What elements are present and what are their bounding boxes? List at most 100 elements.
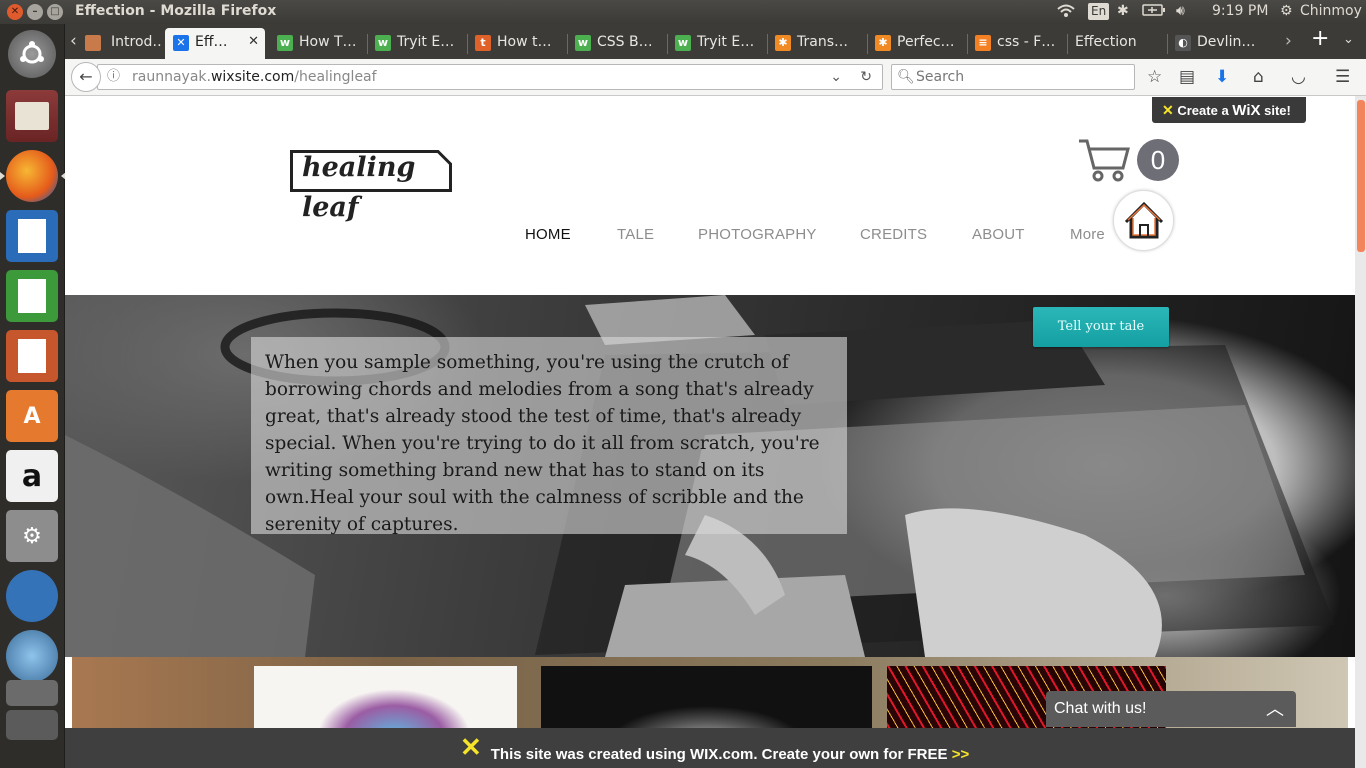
tab-list-icon[interactable]: ⌄ — [1343, 29, 1354, 51]
close-tab-icon[interactable]: ✕ — [248, 28, 259, 56]
launcher: A a ⚙ — [0, 24, 66, 768]
url-dropdown-icon[interactable]: ⌄ — [830, 65, 842, 89]
cart-count-badge[interactable]: 0 — [1137, 139, 1179, 181]
bluetooth-icon[interactable]: ✱ — [1117, 3, 1129, 19]
tab-devlin[interactable]: ◐ Devlin… — [1167, 28, 1265, 59]
fish-app-icon[interactable] — [6, 570, 58, 622]
tab-perfec[interactable]: ✱ Perfec… — [867, 28, 965, 59]
star-favicon-icon: ✱ — [775, 35, 791, 51]
web-page: ✕ Create a WiX site! healing leaf 0 HOME… — [65, 96, 1355, 768]
amazon-icon[interactable]: a — [6, 450, 58, 502]
window-title: Effection - Mozilla Firefox — [75, 3, 277, 19]
search-input[interactable]: 🔍︎ Search — [891, 64, 1135, 90]
url-subdomain: raunnayak. — [132, 69, 211, 85]
top-panel: ✕ – □ Effection - Mozilla Firefox En ✱ 🔊… — [0, 0, 1366, 24]
info-icon[interactable]: ⓘ — [107, 65, 120, 89]
w3schools-favicon-icon: w — [675, 35, 691, 51]
t-favicon-icon: t — [475, 35, 491, 51]
tab-scroll-left-icon[interactable]: ‹ — [70, 30, 77, 52]
dev-favicon-icon: ◐ — [1175, 35, 1191, 51]
logo-line1: healing — [302, 152, 416, 183]
chat-widget[interactable]: Chat with us! ︿ — [1046, 691, 1296, 727]
nav-photography[interactable]: PHOTOGRAPHY — [698, 226, 817, 243]
create-wix-site-badge[interactable]: ✕ Create a WiX site! — [1152, 97, 1306, 123]
nav-about[interactable]: ABOUT — [972, 226, 1025, 243]
impress-icon[interactable] — [6, 330, 58, 382]
nav-tale[interactable]: TALE — [617, 226, 654, 243]
doc-favicon-icon — [85, 35, 101, 51]
tell-your-tale-button[interactable]: Tell your tale — [1033, 307, 1169, 347]
w3schools-favicon-icon: w — [277, 35, 293, 51]
menu-hamburger-icon[interactable]: ☰ — [1335, 66, 1350, 88]
writer-icon[interactable] — [6, 210, 58, 262]
clock[interactable]: 9:19 PM — [1212, 3, 1268, 19]
firefox-icon[interactable] — [0, 150, 66, 202]
system-settings-icon[interactable]: ⚙ — [6, 510, 58, 562]
wix-logo-icon: ✕ — [460, 732, 482, 762]
new-tab-button[interactable]: + — [1311, 28, 1329, 50]
bookmark-star-icon[interactable]: ☆ — [1147, 66, 1162, 88]
volume-icon[interactable]: 🔊︎ — [1176, 3, 1185, 19]
tab-effection-active[interactable]: ✕ Eff… ✕ — [165, 28, 265, 59]
url-domain: wixsite.com — [210, 69, 295, 85]
wifi-icon[interactable] — [1057, 3, 1075, 23]
tab-effection[interactable]: Effection — [1067, 28, 1165, 59]
nav-credits[interactable]: CREDITS — [860, 226, 927, 243]
download-icon[interactable]: ⬇ — [1215, 66, 1229, 88]
nav-home[interactable]: HOME — [525, 226, 571, 243]
wix-footer-banner[interactable]: ✕ This site was created using WIX.com. C… — [65, 728, 1355, 768]
wix-favicon-icon: ✕ — [173, 35, 189, 51]
wix-banner-arrow: >> — [951, 746, 970, 763]
home-icon[interactable]: ⌂ — [1253, 66, 1264, 88]
hero-quote: When you sample something, you're using … — [251, 337, 847, 535]
settings-gear-icon[interactable]: ⚙ — [1280, 3, 1293, 19]
tab-how-t2[interactable]: t How t… — [467, 28, 565, 59]
files-icon[interactable] — [6, 90, 58, 142]
tab-tryit-1[interactable]: w Tryit E… — [367, 28, 465, 59]
user-name[interactable]: Chinmoy — [1300, 3, 1362, 19]
spiral-app-icon[interactable] — [6, 630, 58, 682]
star-favicon-icon: ✱ — [875, 35, 891, 51]
battery-icon[interactable] — [1142, 3, 1166, 21]
keyboard-layout-indicator[interactable]: En — [1088, 3, 1110, 20]
tab-how-t[interactable]: w How T… — [269, 28, 365, 59]
w3schools-favicon-icon: w — [375, 35, 391, 51]
url-bar[interactable]: ⓘ raunnayak.wixsite.com/healingleaf ⌄ ↻ — [97, 64, 883, 90]
page-scrollbar-thumb[interactable] — [1357, 100, 1365, 252]
house-icon — [1124, 201, 1164, 239]
wix-logo-icon: ✕ — [1162, 102, 1174, 118]
back-button[interactable]: ← — [71, 62, 101, 92]
stackoverflow-favicon-icon: ≡ — [975, 35, 991, 51]
url-path: /healingleaf — [294, 69, 377, 85]
tab-scroll-right-icon[interactable]: › — [1285, 30, 1292, 52]
chevron-up-icon[interactable]: ︿ — [1266, 691, 1284, 727]
logo-line2: leaf — [302, 192, 359, 223]
minimize-window-button[interactable]: – — [27, 4, 43, 20]
wix-banner-text: This site was created using WIX.com. Cre… — [490, 746, 948, 763]
trash-icon[interactable] — [6, 710, 58, 740]
nav-more[interactable]: More — [1070, 226, 1105, 243]
search-icon: 🔍︎ — [897, 69, 915, 85]
pocket-icon[interactable]: ◡ — [1291, 66, 1306, 88]
tab-introd[interactable]: Introd… — [81, 28, 161, 59]
tab-trans[interactable]: ✱ Trans… — [767, 28, 865, 59]
close-window-button[interactable]: ✕ — [7, 4, 23, 20]
w3schools-favicon-icon: w — [575, 35, 591, 51]
maximize-window-button[interactable]: □ — [47, 4, 63, 20]
ubuntu-dash-icon[interactable] — [8, 30, 56, 78]
navigation-bar: ← ⓘ raunnayak.wixsite.com/healingleaf ⌄ … — [65, 59, 1366, 96]
site-logo[interactable]: healing leaf — [290, 150, 452, 230]
tab-css-f[interactable]: ≡ css - F… — [967, 28, 1065, 59]
tab-bar: ‹ Introd… ✕ Eff… ✕ w How T… w Tryit E… t… — [65, 24, 1366, 59]
cart-icon[interactable] — [1077, 138, 1131, 186]
tab-css-b[interactable]: w CSS B… — [567, 28, 665, 59]
tab-tryit-2[interactable]: w Tryit E… — [667, 28, 765, 59]
workspaces-icon[interactable] — [6, 680, 58, 706]
calc-icon[interactable] — [6, 270, 58, 322]
reading-list-icon[interactable]: ▤ — [1179, 66, 1195, 88]
reload-icon[interactable]: ↻ — [860, 65, 872, 89]
software-center-icon[interactable]: A — [6, 390, 58, 442]
home-button[interactable] — [1113, 190, 1174, 251]
chat-label: Chat with us! — [1054, 700, 1147, 717]
search-placeholder: Search — [916, 69, 965, 85]
